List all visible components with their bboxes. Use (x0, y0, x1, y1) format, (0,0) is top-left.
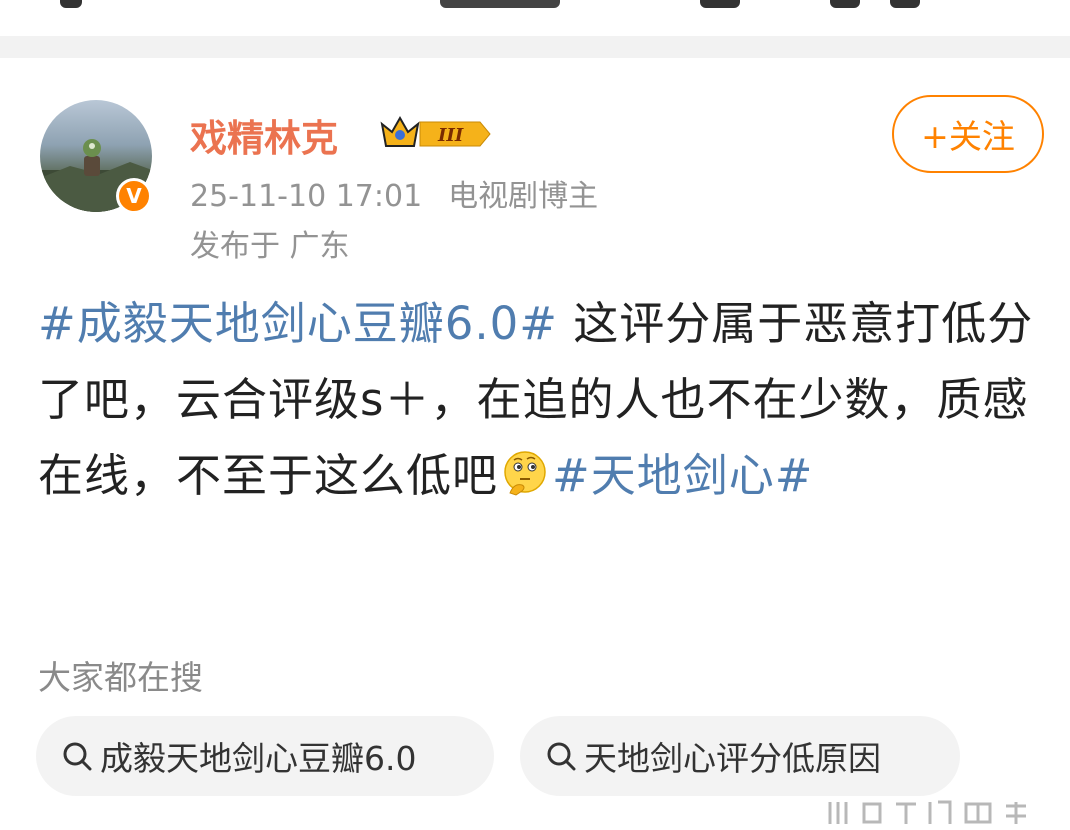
hot-search-label: 成毅天地剑心豆瓣6.0 (100, 739, 417, 778)
thinking-face-emoji-icon (504, 451, 546, 496)
search-icon[interactable] (890, 0, 920, 8)
post-timestamp: 25-11-10 17:01 (190, 179, 423, 214)
author-role: 电视剧博主 (448, 179, 599, 214)
hashtag-link[interactable]: #成毅天地剑心豆瓣6.0# (38, 297, 558, 350)
hot-search-item[interactable]: 天地剑心评分低原因 (520, 716, 960, 796)
author-name[interactable]: 戏精林克 (190, 108, 338, 162)
top-icon[interactable] (700, 0, 740, 8)
search-icon (547, 742, 576, 771)
post-meta: 25-11-10 17:01 电视剧博主 (190, 171, 598, 215)
verified-badge-icon: V (116, 178, 152, 214)
post-card: V 戏精林克 III 25-11-10 17:01 电视剧博主 发布于 广东 +关… (0, 58, 1070, 826)
level-crown-badge-icon: III (380, 115, 491, 147)
back-icon[interactable] (60, 0, 82, 8)
section-divider (0, 36, 1070, 58)
hot-search-item[interactable]: 成毅天地剑心豆瓣6.0 (36, 716, 494, 796)
search-icon (63, 742, 92, 771)
post-content: #成毅天地剑心豆瓣6.0# 这评分属于恶意打低分了吧，云合评级s＋，在追的人也不… (38, 286, 1048, 514)
level-text: III (437, 125, 464, 146)
hot-search-label: 天地剑心评分低原因 (584, 739, 881, 778)
search-section-heading: 大家都在搜 (38, 658, 203, 697)
top-title-fragment (440, 0, 560, 8)
top-bar (0, 0, 1070, 36)
follow-button[interactable]: +关注 (892, 95, 1044, 173)
top-icon[interactable] (830, 0, 860, 8)
post-location: 发布于 广东 (190, 229, 350, 264)
hashtag-link[interactable]: #天地剑心# (552, 449, 813, 502)
watermark-logo (820, 798, 1060, 826)
